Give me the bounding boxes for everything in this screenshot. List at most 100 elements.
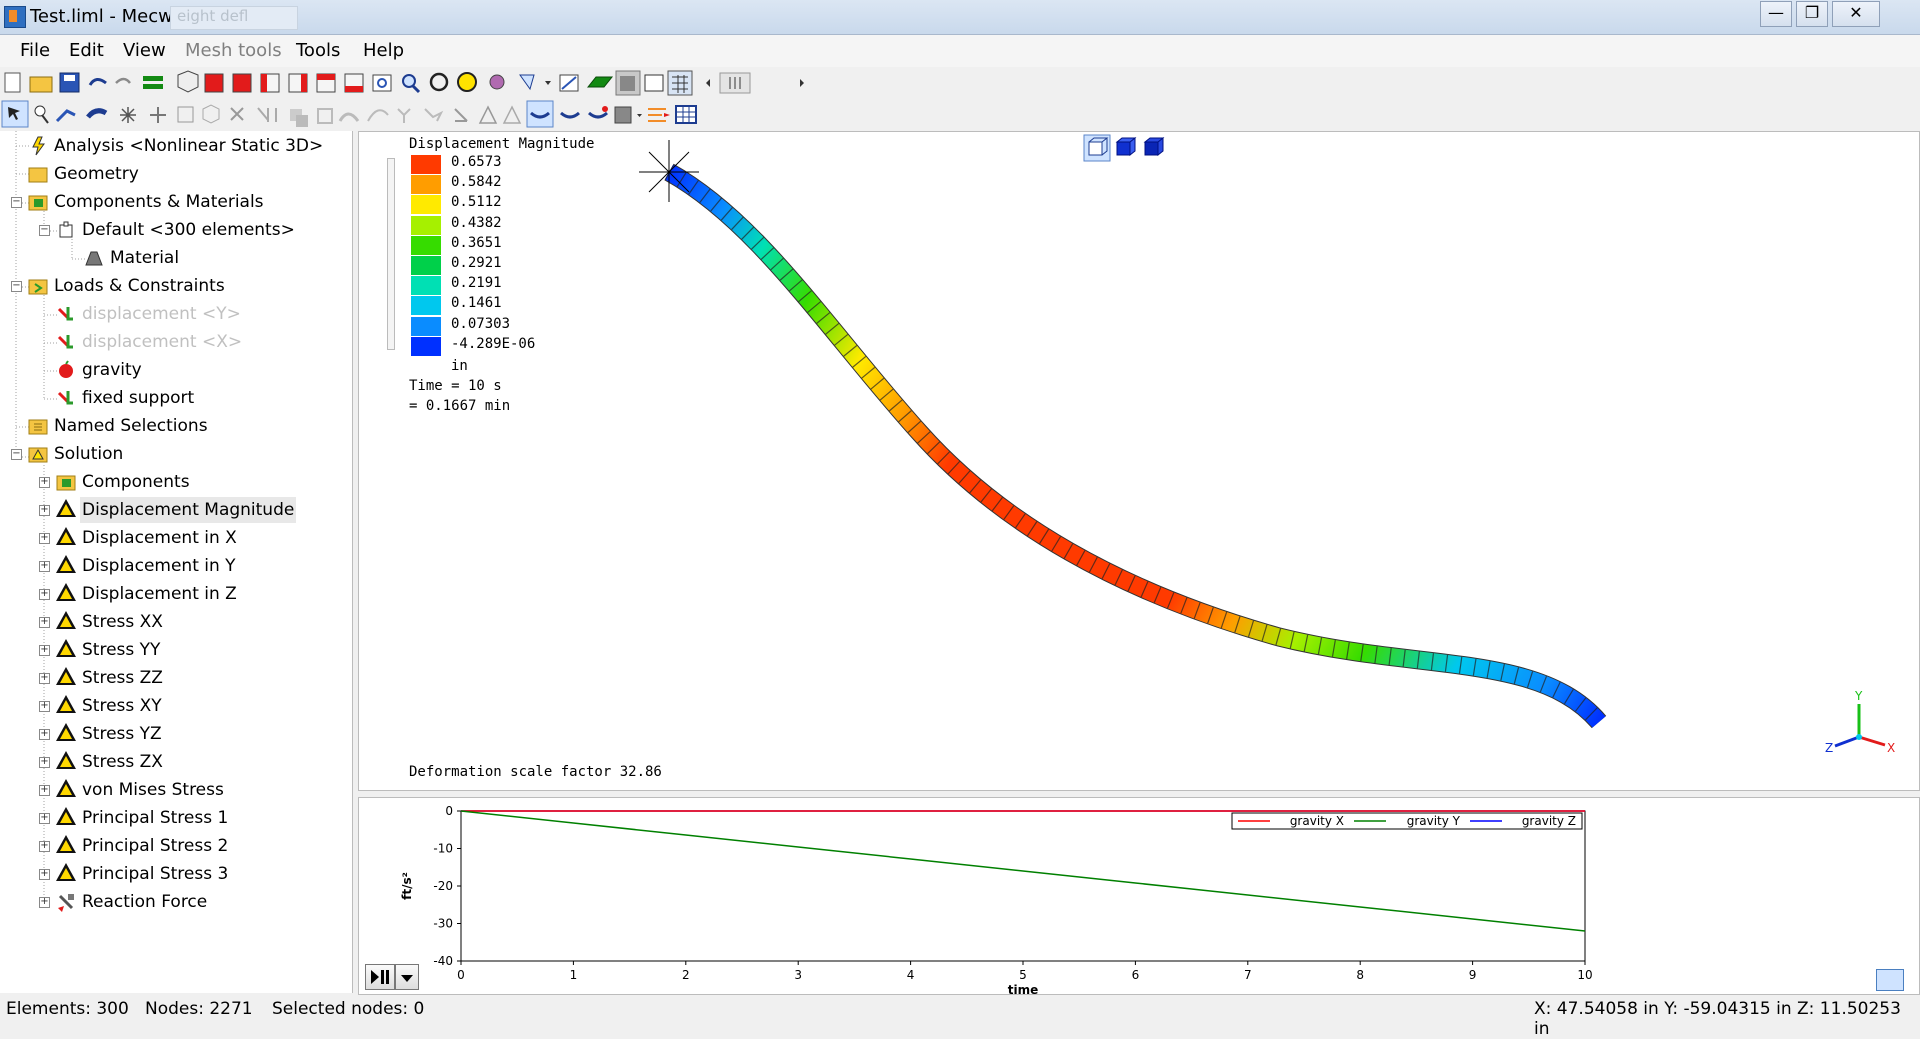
expand-solution-item[interactable]: + <box>39 757 50 768</box>
minimize-button[interactable]: — <box>1760 1 1792 27</box>
expand-loads-constraints[interactable]: − <box>11 281 22 292</box>
play-pause-button[interactable] <box>365 964 395 990</box>
undo-icon[interactable] <box>88 78 107 86</box>
tree-label-solution-item: Stress YY <box>82 640 161 660</box>
cube-select-icon[interactable] <box>202 104 220 124</box>
zoom-icon[interactable] <box>402 74 421 94</box>
view-top-icon[interactable] <box>316 73 336 93</box>
fixed-support-icon <box>57 391 73 405</box>
graph-toggle-button[interactable] <box>1876 969 1904 991</box>
expand-solution-item[interactable]: + <box>39 617 50 628</box>
toolbar-overflow-icon[interactable] <box>719 72 751 94</box>
contour-plot-icon[interactable] <box>614 106 632 124</box>
sweep-icon[interactable] <box>338 112 360 122</box>
select-face-icon[interactable] <box>55 109 76 123</box>
animate-icon[interactable] <box>588 106 608 119</box>
deformed-shape-icon[interactable] <box>526 100 554 128</box>
expand-solution-item[interactable]: + <box>39 841 50 852</box>
expand-solution-item[interactable]: + <box>39 785 50 796</box>
triangle-tool-icon[interactable] <box>478 105 498 124</box>
scroll-left-icon[interactable] <box>706 79 710 87</box>
view-back-icon[interactable] <box>232 73 252 93</box>
zoom-fit-icon[interactable] <box>457 72 477 92</box>
tree-label-solution-item: Stress ZX <box>82 752 163 772</box>
expand-solution[interactable]: − <box>11 449 22 460</box>
paint-select-icon[interactable] <box>86 108 108 119</box>
expand-solution-item[interactable]: + <box>39 673 50 684</box>
dropdown-small-icon[interactable] <box>637 114 642 117</box>
undeformed-shape-icon[interactable] <box>560 111 580 119</box>
triangle-warning-icon[interactable] <box>502 105 522 124</box>
select-node-icon[interactable] <box>34 105 49 124</box>
expand-solution-item[interactable]: + <box>39 729 50 740</box>
rotate-icon[interactable] <box>429 72 449 92</box>
view-front-icon[interactable] <box>204 73 224 93</box>
select-element-icon[interactable] <box>1 100 29 128</box>
expand-solution-item[interactable]: + <box>39 505 50 516</box>
model-viewport[interactable]: Displacement Magnitude 0.6573 0.5842 0.511… <box>358 131 1920 791</box>
maximize-button[interactable]: ❐ <box>1796 1 1828 27</box>
scroll-right-icon[interactable] <box>800 79 804 87</box>
loft-icon[interactable] <box>367 109 389 122</box>
redo-icon[interactable] <box>115 77 131 84</box>
revolve-icon[interactable] <box>317 108 333 124</box>
menu-mesh-tools[interactable]: Mesh tools <box>185 40 282 61</box>
expand-components-materials[interactable]: − <box>11 197 22 208</box>
view-bottom-icon[interactable] <box>344 73 364 93</box>
select-mode-icon[interactable] <box>489 74 505 90</box>
tree-label-gravity: gravity <box>82 360 142 380</box>
delete-icon[interactable] <box>230 107 244 121</box>
probe-icon[interactable] <box>648 108 670 122</box>
expand-solution-item[interactable]: + <box>39 701 50 712</box>
close-button[interactable]: ✕ <box>1832 1 1880 27</box>
tree-label-components-materials: Components & Materials <box>54 192 264 212</box>
menu-help[interactable]: Help <box>363 40 404 61</box>
solid-view-icon[interactable] <box>615 70 641 96</box>
measure-node-icon[interactable] <box>454 108 468 122</box>
expand-solution-item[interactable]: + <box>39 645 50 656</box>
expand-solution-item[interactable]: + <box>39 897 50 908</box>
extrude-icon[interactable] <box>290 109 308 127</box>
expand-solution-item[interactable]: + <box>39 561 50 572</box>
split-icon[interactable] <box>150 107 166 123</box>
expand-solution-item[interactable]: + <box>39 477 50 488</box>
y-tick-label: -40 <box>433 954 453 968</box>
named-selections-folder-icon <box>28 419 48 435</box>
expand-solution-item[interactable]: + <box>39 589 50 600</box>
result-triangle-icon <box>56 611 76 629</box>
x-tick-label: 6 <box>1132 968 1140 982</box>
menu-file[interactable]: File <box>20 40 50 61</box>
zoom-box-icon[interactable] <box>372 74 392 92</box>
expand-default-component[interactable]: − <box>39 225 50 236</box>
expand-solution-item[interactable]: + <box>39 533 50 544</box>
explode-icon[interactable] <box>120 107 136 123</box>
shaded-surface-icon[interactable] <box>586 76 614 88</box>
view-right-icon[interactable] <box>288 73 308 93</box>
status-nodes: Nodes: 2271 <box>145 999 253 1019</box>
table-icon[interactable] <box>675 105 697 124</box>
status-bar: Elements: 300 Nodes: 2271 Selected nodes… <box>0 995 1920 1039</box>
refine-icon[interactable] <box>424 108 444 122</box>
new-file-icon[interactable] <box>4 72 21 93</box>
menu-edit[interactable]: Edit <box>69 40 104 61</box>
mesh-view-icon[interactable] <box>667 70 693 96</box>
mesh-quality-icon[interactable] <box>519 74 535 91</box>
layers-icon[interactable] <box>143 76 163 89</box>
save-icon[interactable] <box>59 72 80 93</box>
dropdown-arrow-icon[interactable] <box>545 81 551 85</box>
node-move-icon[interactable] <box>397 108 411 123</box>
playback-options-dropdown[interactable] <box>395 964 419 990</box>
mirror-icon[interactable] <box>257 107 277 122</box>
tree-label-solution-item: Displacement in Z <box>82 584 237 604</box>
view-left-icon[interactable] <box>260 73 280 93</box>
edges-view-icon[interactable] <box>644 74 664 92</box>
measure-icon[interactable] <box>559 74 579 92</box>
menu-view[interactable]: View <box>123 40 166 61</box>
open-folder-icon[interactable] <box>29 76 53 93</box>
menu-tools[interactable]: Tools <box>296 40 340 61</box>
expand-solution-item[interactable]: + <box>39 813 50 824</box>
expand-solution-item[interactable]: + <box>39 869 50 880</box>
box-select-icon[interactable] <box>177 106 194 123</box>
result-triangle-icon <box>56 779 76 797</box>
wireframe-view-icon[interactable] <box>177 70 199 93</box>
